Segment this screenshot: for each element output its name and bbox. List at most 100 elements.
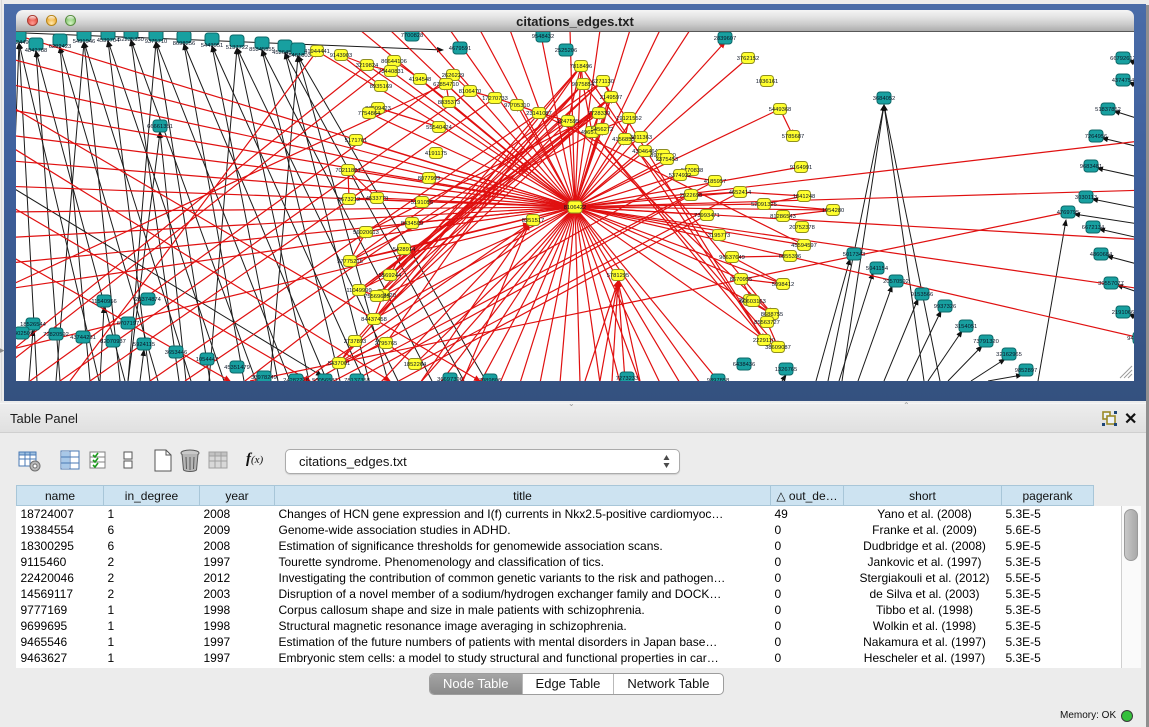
svg-text:5449368: 5449368 (769, 107, 792, 113)
svg-text:96637649: 96637649 (719, 255, 745, 261)
svg-text:5569244: 5569244 (379, 273, 402, 279)
svg-text:1841248: 1841248 (793, 194, 816, 200)
svg-text:1054447: 1054447 (196, 357, 219, 363)
svg-text:3154051: 3154051 (955, 324, 978, 330)
svg-text:2022698: 2022698 (680, 193, 703, 199)
svg-text:6707197: 6707197 (117, 321, 140, 327)
svg-text:51837852: 51837852 (1095, 107, 1121, 113)
svg-text:84437458: 84437458 (361, 317, 387, 323)
svg-text:85345555: 85345555 (249, 47, 275, 53)
svg-text:32162965: 32162965 (996, 352, 1022, 358)
svg-text:4769795: 4769795 (1057, 210, 1080, 216)
svg-text:38609087: 38609087 (765, 345, 791, 351)
svg-text:6292423: 6292423 (49, 44, 72, 50)
svg-text:3195773: 3195773 (708, 233, 731, 239)
svg-text:9548432: 9548432 (532, 34, 555, 40)
svg-text:94705205: 94705205 (1127, 336, 1134, 342)
svg-text:66792612: 66792612 (1110, 56, 1134, 62)
svg-text:3684052: 3684052 (873, 96, 896, 102)
svg-text:73791320: 73791320 (973, 339, 999, 345)
svg-text:45351479: 45351479 (224, 365, 250, 371)
svg-text:70211891: 70211891 (335, 168, 360, 174)
svg-text:1036161: 1036161 (756, 79, 779, 85)
svg-text:5781295: 5781295 (607, 273, 630, 279)
svg-text:82070937: 82070937 (100, 339, 126, 345)
svg-text:19121552: 19121552 (616, 116, 642, 122)
svg-text:50603163: 50603163 (740, 299, 766, 305)
svg-text:97705310: 97705310 (504, 103, 530, 109)
svg-text:2737893: 2737893 (344, 339, 367, 345)
svg-text:7728339: 7728339 (588, 111, 611, 117)
svg-text:8434500: 8434500 (401, 221, 424, 227)
svg-text:20752378: 20752378 (789, 225, 815, 231)
svg-text:41944441: 41944441 (304, 49, 330, 55)
svg-text:81286543: 81286543 (770, 214, 796, 220)
svg-text:2795765: 2795765 (375, 341, 398, 347)
svg-text:7402509: 7402509 (16, 331, 33, 337)
svg-text:25374874: 25374874 (135, 297, 162, 303)
svg-text:1852264: 1852264 (404, 362, 427, 368)
svg-text:52235350: 52235350 (118, 37, 144, 43)
svg-text:9852897: 9852897 (1015, 368, 1038, 374)
svg-text:5171761: 5171761 (345, 138, 368, 144)
svg-text:5491946: 5491946 (73, 39, 96, 45)
svg-text:86644106: 86644106 (381, 59, 407, 65)
svg-text:9683481: 9683481 (1080, 164, 1103, 170)
svg-text:9164991: 9164991 (790, 165, 813, 171)
svg-text:5924115: 5924115 (133, 342, 155, 348)
svg-text:5437001: 5437001 (328, 361, 351, 367)
svg-text:5017343: 5017343 (843, 252, 866, 258)
svg-text:4860684: 4860684 (1090, 252, 1113, 258)
svg-text:2191066: 2191066 (1112, 310, 1134, 316)
svg-text:5428914: 5428914 (393, 247, 416, 253)
svg-text:5137722: 5137722 (226, 45, 249, 51)
svg-text:8077999: 8077999 (418, 176, 441, 182)
svg-text:4191175: 4191175 (425, 151, 447, 157)
svg-text:55540424: 55540424 (426, 125, 453, 131)
svg-text:9143903: 9143903 (330, 53, 353, 59)
svg-text:7754864: 7754864 (358, 111, 381, 117)
svg-text:66661351: 66661351 (147, 124, 173, 130)
svg-text:17270733: 17270733 (482, 96, 508, 102)
svg-text:9897858: 9897858 (707, 378, 730, 381)
svg-text:4652414: 4652414 (729, 190, 752, 196)
svg-text:97775215: 97775215 (337, 259, 363, 265)
svg-text:4185957: 4185957 (704, 179, 727, 185)
svg-text:4539704: 4539704 (97, 38, 120, 44)
svg-text:9937326: 9937326 (934, 304, 957, 310)
svg-text:2375453: 2375453 (656, 157, 679, 163)
svg-text:8935169: 8935169 (370, 84, 393, 90)
svg-text:20570592: 20570592 (883, 279, 909, 285)
svg-text:23141087: 23141087 (526, 111, 552, 117)
svg-text:9375710: 9375710 (145, 39, 168, 45)
svg-text:39557077: 39557077 (1098, 281, 1124, 287)
svg-text:6672134: 6672134 (1082, 225, 1105, 231)
svg-text:3653446: 3653446 (165, 350, 188, 356)
svg-text:67854710: 67854710 (433, 82, 459, 88)
svg-text:78137358: 78137358 (344, 378, 370, 381)
svg-text:4194548: 4194548 (409, 77, 432, 83)
svg-text:6855396: 6855396 (779, 254, 802, 260)
svg-text:8106422: 8106422 (564, 205, 587, 211)
svg-text:4374754: 4374754 (1112, 78, 1134, 84)
svg-text:4533779: 4533779 (366, 196, 389, 202)
svg-text:45594597: 45594597 (791, 243, 817, 249)
svg-text:7818496: 7818496 (570, 64, 593, 70)
svg-text:2149597: 2149597 (600, 95, 623, 101)
svg-text:2525206: 2525206 (555, 48, 578, 54)
svg-text:6438436: 6438436 (733, 362, 756, 368)
svg-text:3219824: 3219824 (356, 63, 379, 69)
svg-text:5443951: 5443951 (201, 43, 224, 49)
svg-text:1954280: 1954280 (822, 208, 845, 214)
svg-text:8670955: 8670955 (730, 277, 753, 283)
svg-text:1326765: 1326765 (775, 367, 798, 373)
svg-text:5456272: 5456272 (591, 127, 614, 133)
svg-text:73993471: 73993471 (694, 213, 720, 219)
svg-text:3030113: 3030113 (1075, 195, 1097, 201)
svg-text:5191056: 5191056 (411, 200, 434, 206)
svg-text:7089806: 7089806 (479, 378, 502, 381)
svg-text:7700828: 7700828 (401, 33, 424, 39)
svg-text:8351517: 8351517 (522, 218, 545, 224)
svg-text:8106470: 8106470 (459, 89, 482, 95)
svg-text:8698256: 8698256 (173, 41, 196, 47)
